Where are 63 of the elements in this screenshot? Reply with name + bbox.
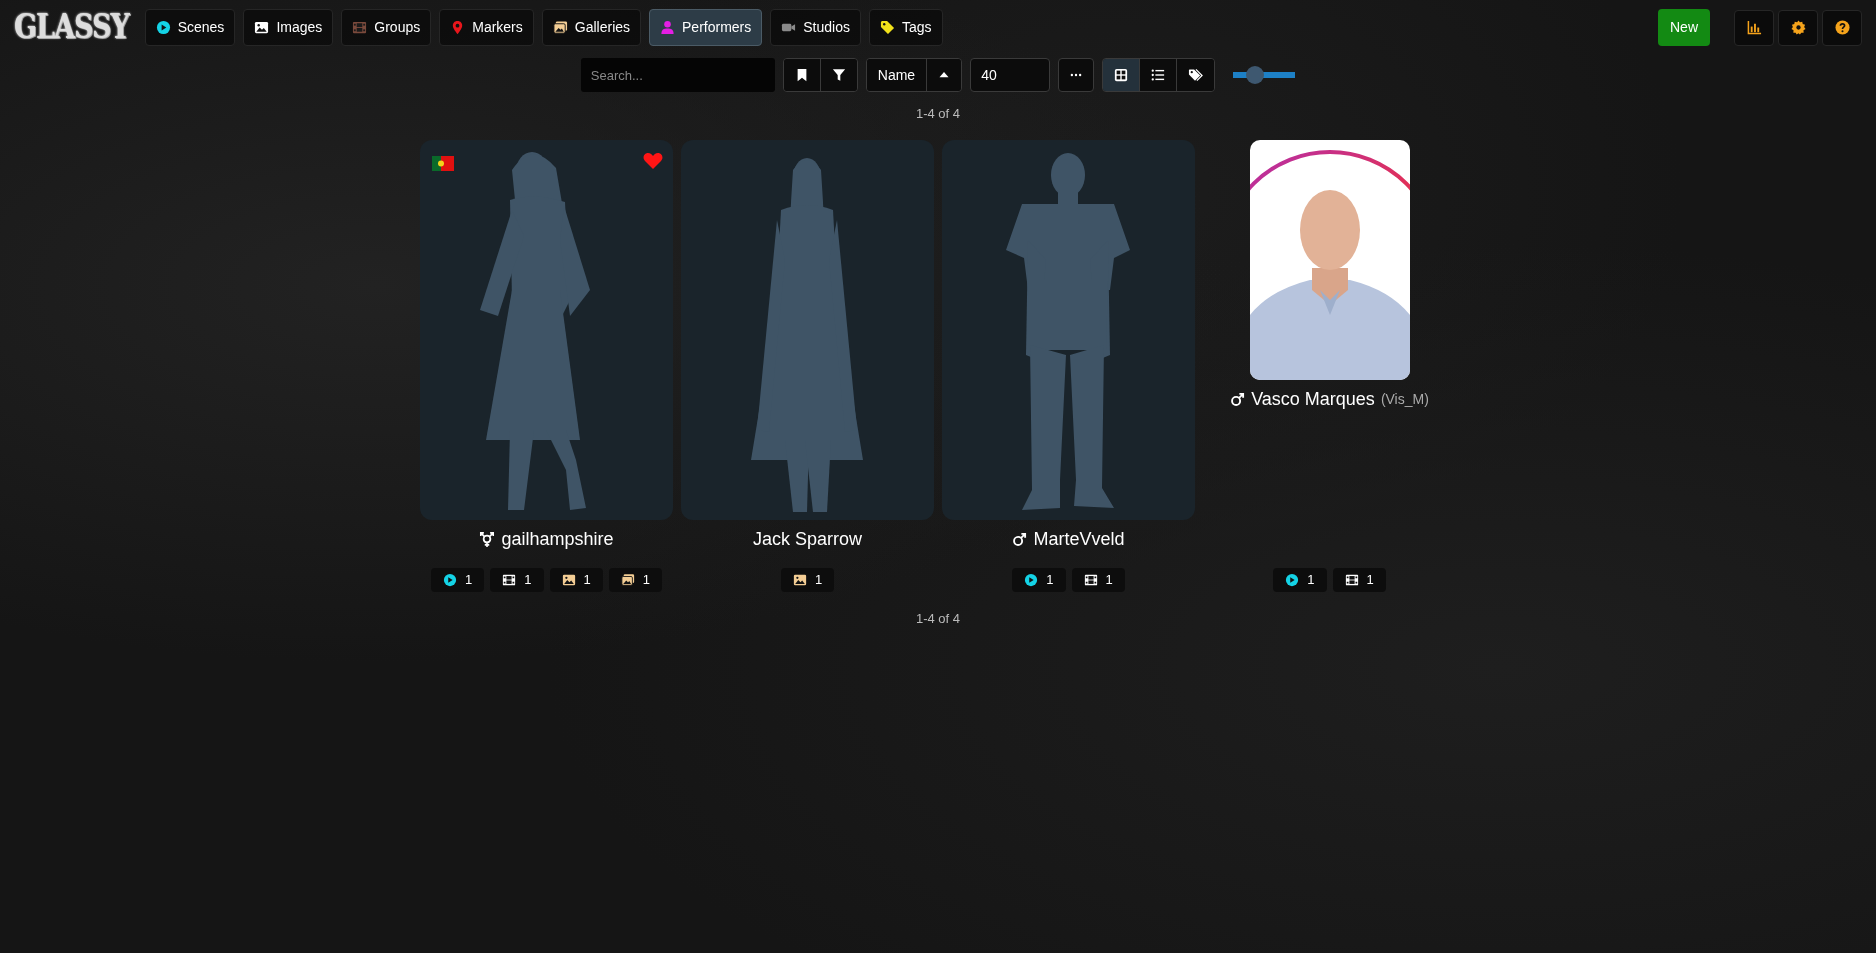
film-icon — [502, 573, 517, 587]
nav-tab[interactable]: Galleries — [541, 9, 642, 46]
performer-name[interactable]: Jack Sparrow — [752, 526, 862, 553]
list-view-button[interactable] — [1139, 59, 1177, 91]
nav-tab[interactable]: Groups — [341, 9, 432, 46]
image-icon — [561, 573, 576, 587]
galleries-count-button[interactable]: 1 — [608, 568, 662, 592]
tag-icon — [879, 20, 895, 35]
filter-button[interactable] — [819, 59, 857, 91]
slider-thumb[interactable] — [1245, 66, 1264, 84]
groups-count-button[interactable]: 1 — [490, 568, 544, 592]
pagination-text: 1-4 of 4 — [915, 611, 961, 626]
male-symbol-icon — [1012, 532, 1028, 547]
nav-tab[interactable]: Markers — [439, 9, 534, 46]
film-icon — [1083, 573, 1098, 587]
new-button[interactable]: New — [1658, 9, 1710, 46]
play-icon — [443, 573, 458, 587]
nav-tab[interactable]: Images — [243, 9, 334, 46]
film-icon — [1344, 573, 1359, 587]
performer-name[interactable]: gailhampshire — [501, 526, 614, 553]
transgender-symbol-icon — [479, 531, 496, 548]
scenes-count-button[interactable]: 1 — [1273, 568, 1327, 592]
search-field[interactable]: Search... — [580, 58, 775, 92]
pagination-text: 1-4 of 4 — [915, 106, 961, 121]
photos-icon — [620, 573, 635, 587]
film-icon — [352, 20, 368, 35]
nav-tab[interactable]: Scenes — [144, 9, 236, 46]
help-icon — [1834, 20, 1850, 35]
logo[interactable]: GLASSY — [14, 2, 129, 53]
bar-chart-icon — [1746, 20, 1762, 35]
saved-filters-button[interactable] — [783, 59, 820, 91]
settings-button[interactable] — [1778, 9, 1818, 46]
grid-icon — [1114, 68, 1129, 82]
disambiguation-text: (Vis_M) — [1380, 390, 1429, 409]
nav-tab[interactable]: Performers — [649, 9, 763, 46]
play-icon — [1285, 573, 1300, 587]
performer-name[interactable]: MarteVveld — [1033, 526, 1125, 553]
sort-dropdown[interactable]: Name — [866, 59, 927, 91]
groups-count-button[interactable]: 1 — [1071, 568, 1125, 592]
photos-icon — [552, 20, 568, 35]
scenes-count-button[interactable]: 1 — [1012, 568, 1066, 592]
nav-tab[interactable]: Studios — [770, 9, 861, 46]
images-count-button[interactable]: 1 — [549, 568, 603, 592]
tagger-view-button[interactable] — [1176, 59, 1215, 91]
image-icon — [792, 573, 807, 587]
filter-icon — [831, 68, 846, 82]
male-symbol-icon — [1230, 392, 1246, 407]
grid-view-button[interactable] — [1103, 59, 1140, 91]
groups-count-button[interactable]: 1 — [1332, 568, 1386, 592]
stats-button[interactable] — [1734, 9, 1774, 46]
person-icon — [660, 20, 676, 35]
play-icon — [155, 20, 171, 35]
image-icon — [254, 20, 270, 35]
nav-tab[interactable]: Tags — [868, 9, 943, 46]
help-button[interactable] — [1822, 9, 1862, 46]
tags-icon — [1188, 67, 1204, 83]
list-icon — [1151, 68, 1166, 82]
play-icon — [1024, 573, 1039, 587]
images-count-button[interactable]: 1 — [780, 568, 835, 592]
per-page-field[interactable]: 40 — [970, 58, 1051, 92]
performer-name[interactable]: Vasco Marques — [1251, 386, 1375, 413]
settings-icon — [1790, 20, 1806, 35]
scenes-count-button[interactable]: 1 — [431, 568, 485, 592]
